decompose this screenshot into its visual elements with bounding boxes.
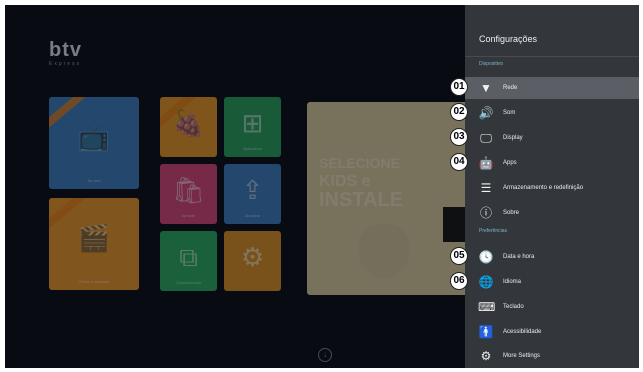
callout-badge: 03 — [450, 128, 468, 146]
divider — [465, 56, 639, 57]
callout-badge: 06 — [450, 272, 468, 290]
callout-badge: 02 — [450, 103, 468, 121]
globe-icon: 🌐 — [478, 275, 494, 289]
wifi-icon: ▼ — [480, 81, 492, 95]
storage-icon: ☰ — [480, 181, 492, 195]
settings-item-label: Som — [503, 110, 516, 116]
keyboard-icon: ⌨ — [478, 300, 496, 314]
settings-item-armazenamento-e-redefini-o[interactable]: ☰ Armazenamento e redefinição — [465, 177, 639, 199]
settings-title: Configurações — [479, 34, 538, 44]
settings-item-data-e-hora[interactable]: 🕓 Data e hora — [465, 246, 639, 268]
settings-item-rede[interactable]: ▼ Rede — [465, 77, 639, 99]
info-icon: ⓘ — [479, 206, 492, 220]
settings-item-label: Apps — [503, 160, 517, 166]
settings-item-som[interactable]: 🔊 Som — [465, 102, 639, 124]
settings-item-label: Armazenamento e redefinição — [503, 185, 584, 191]
section-preferences-label: Preferências — [479, 228, 508, 234]
callout-badge: 01 — [450, 78, 468, 96]
settings-item-label: Teclado — [503, 304, 524, 310]
speaker-icon: 🔊 — [478, 106, 494, 120]
settings-item-label: More Settings — [503, 353, 541, 359]
settings-item-label: Sobre — [503, 210, 520, 216]
settings-item-teclado[interactable]: ⌨ Teclado — [465, 296, 639, 318]
settings-item-label: Data e hora — [503, 254, 535, 260]
settings-item-acessibilidade[interactable]: 🚹 Acessibilidade — [465, 321, 639, 343]
settings-item-label: Idioma — [503, 279, 522, 285]
monitor-icon: 🖵 — [480, 131, 492, 145]
settings-item-apps[interactable]: 🤖 Apps — [465, 152, 639, 174]
settings-item-label: Acessibilidade — [503, 329, 542, 335]
settings-item-label: Rede — [503, 85, 518, 91]
settings-item-more-settings[interactable]: ⚙ More Settings — [465, 345, 639, 367]
settings-item-label: Display — [503, 135, 523, 141]
section-device-label: Dispositivo — [479, 61, 504, 67]
settings-panel: Configurações Dispositivo Preferências ▼… — [465, 5, 639, 368]
android-icon: 🤖 — [478, 156, 494, 170]
gear-icon: ⚙ — [480, 349, 492, 363]
accessibility-icon: 🚹 — [478, 325, 494, 339]
clock-icon: 🕓 — [478, 250, 494, 264]
settings-item-idioma[interactable]: 🌐 Idioma — [465, 271, 639, 293]
callout-badge: 04 — [450, 153, 468, 171]
settings-item-display[interactable]: 🖵 Display — [465, 127, 639, 149]
callout-badge: 05 — [450, 247, 468, 265]
settings-item-sobre[interactable]: ⓘ Sobre — [465, 202, 639, 224]
